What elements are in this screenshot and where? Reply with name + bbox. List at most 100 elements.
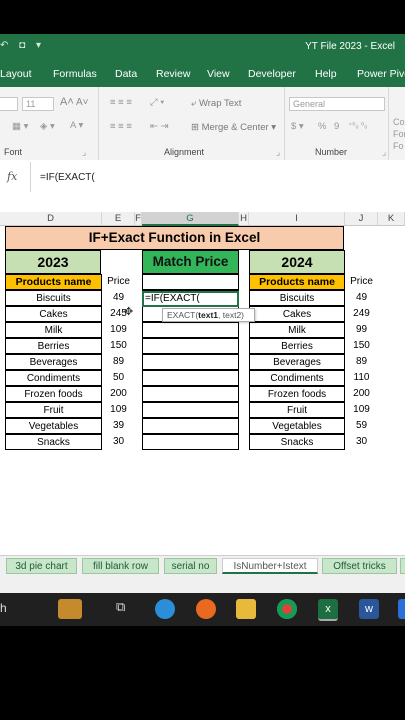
tab-page-layout[interactable]: Layout [0,68,32,80]
wrap-text-button[interactable]: ⤶ Wrap Text [191,98,241,109]
match-price-cell[interactable] [142,370,239,386]
price-2023[interactable]: 89 [102,354,135,370]
tab-help[interactable]: Help [315,68,337,80]
price-2023[interactable]: 39 [102,418,135,434]
fill-color-icon[interactable]: ◈ ▾ [40,121,55,132]
match-price-cell[interactable] [142,434,239,450]
number-format-box[interactable]: General [289,97,385,111]
shrink-font-icon[interactable]: A˅ [76,97,89,108]
price-2024[interactable]: 99 [345,322,378,338]
price-2023[interactable]: 50 [102,370,135,386]
price-2024[interactable]: 49 [345,290,378,306]
sheet-tab-overflow[interactable] [400,558,405,574]
price-2023[interactable]: 49 [102,290,135,306]
grow-font-icon[interactable]: A˄ [60,96,74,108]
product-name-2024[interactable]: Beverages [249,354,345,370]
comma-button[interactable]: 9 [334,121,339,132]
product-name-2024[interactable]: Cakes [249,306,345,322]
match-price-cell[interactable] [142,418,239,434]
column-header-j[interactable]: J [345,212,378,226]
column-header-d[interactable]: D [0,212,102,226]
price-2024[interactable]: 89 [345,354,378,370]
price-2024[interactable]: 200 [345,386,378,402]
undo-icon[interactable]: ↶ [0,40,8,51]
sheet-tab-offset-tricks[interactable]: Offset tricks [322,558,397,574]
task-view-icon[interactable]: ⧉ [116,599,136,619]
edge-icon[interactable] [155,599,175,619]
active-cell-editor[interactable]: =IF(EXACT( [142,291,239,307]
price-2023[interactable]: 200 [102,386,135,402]
price-2024[interactable]: 110 [345,370,378,386]
font-color-icon[interactable]: A ▾ [70,120,83,131]
tab-view[interactable]: View [207,68,230,80]
orientation-icon[interactable]: ⤢ ▾ [150,97,164,108]
font-dialog-launcher-icon[interactable]: ⌟ [82,147,86,158]
column-header-e[interactable]: E [102,212,135,226]
year-header-2023[interactable]: 2023 [5,250,101,274]
column-header-h[interactable]: H [239,212,249,226]
number-dialog-launcher-icon[interactable]: ⌟ [382,147,386,158]
sheet-tab-3d-pie-chart[interactable]: 3d pie chart [6,558,77,574]
match-price-cell[interactable] [142,354,239,370]
product-name-2023[interactable]: Fruit [5,402,102,418]
borders-icon[interactable]: ▦ ▾ [12,121,28,132]
sheet-tab-fill-blank-row[interactable]: fill blank row [82,558,159,574]
font-name-box[interactable] [0,97,18,111]
align-left-icon[interactable]: ≡ ≡ ≡ [110,121,132,132]
customize-icon[interactable]: ▾ [36,40,41,51]
format-table-label[interactable]: For [393,129,405,139]
taskbar-app-icon[interactable] [398,599,405,619]
match-price-cell[interactable] [142,386,239,402]
price-header-right[interactable]: Price [345,274,378,290]
match-price-header[interactable]: Match Price [142,250,239,274]
price-2024[interactable]: 109 [345,402,378,418]
function-argument-tooltip[interactable]: EXACT(text1, text2) [162,308,255,322]
alignment-dialog-launcher-icon[interactable]: ⌟ [276,147,280,158]
indent-icon[interactable]: ⇤ ⇥ [150,121,169,132]
product-name-2023[interactable]: Berries [5,338,102,354]
products-name-header-left[interactable]: Products name [5,274,102,290]
price-2023[interactable]: 109 [102,322,135,338]
cell-styles-label[interactable]: Fo [393,141,404,151]
product-name-2024[interactable]: Condiments [249,370,345,386]
product-name-2024[interactable]: Frozen foods [249,386,345,402]
product-name-2023[interactable]: Milk [5,322,102,338]
align-top-icon[interactable]: ≡ ≡ ≡ [110,97,132,108]
match-price-cell[interactable] [142,338,239,354]
product-name-2023[interactable]: Beverages [5,354,102,370]
products-name-header-right[interactable]: Products name [249,274,345,290]
price-2024[interactable]: 249 [345,306,378,322]
word-icon[interactable]: w [359,599,379,619]
price-2023[interactable]: 150 [102,338,135,354]
product-name-2023[interactable]: Condiments [5,370,102,386]
insert-function-icon[interactable]: fx [7,170,17,183]
worksheet-grid[interactable]: D E F G H I J K IF+Exact Function in Exc… [0,212,405,555]
match-price-cell[interactable] [142,402,239,418]
sheet-tab-isnumber-istext[interactable]: IsNumber+Istext [222,558,318,574]
column-header-i[interactable]: I [249,212,345,226]
price-2024[interactable]: 150 [345,338,378,354]
tab-data[interactable]: Data [115,68,137,80]
decimal-icon[interactable]: ⁺⁰₀ ⁰₀ [348,121,368,130]
briefcase-icon[interactable] [58,599,82,619]
product-name-2023[interactable]: Cakes [5,306,102,322]
column-header-g[interactable]: G [142,212,239,226]
product-name-2024[interactable]: Snacks [249,434,345,450]
conditional-format-label[interactable]: Co [393,117,405,127]
product-name-2024[interactable]: Milk [249,322,345,338]
product-name-2023[interactable]: Biscuits [5,290,102,306]
percent-button[interactable]: % [318,121,326,132]
product-name-2024[interactable]: Biscuits [249,290,345,306]
product-name-2024[interactable]: Fruit [249,402,345,418]
camera-icon[interactable]: ◘ [19,40,25,51]
product-name-2023[interactable]: Snacks [5,434,102,450]
column-header-f[interactable]: F [135,212,142,226]
price-2023[interactable]: 30 [102,434,135,450]
tab-power-pivot[interactable]: Power Pivot [357,68,405,80]
product-name-2024[interactable]: Vegetables [249,418,345,434]
font-size-box[interactable]: 11 [22,97,54,111]
product-name-2023[interactable]: Vegetables [5,418,102,434]
firefox-icon[interactable] [196,599,216,619]
chrome-icon[interactable] [277,599,297,619]
taskbar-search-fragment[interactable]: h [0,601,7,615]
